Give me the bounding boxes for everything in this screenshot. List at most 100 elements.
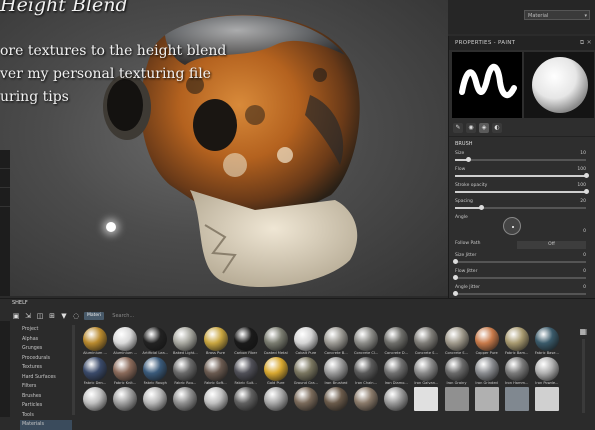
shelf-category-item[interactable]: Hard Surfaces — [20, 373, 72, 383]
follow-path-toggle[interactable]: Off — [517, 241, 586, 249]
material-thumbnail[interactable] — [201, 385, 231, 415]
thumbnails-scrollbar[interactable] — [582, 339, 585, 413]
material-thumbnail[interactable] — [351, 385, 381, 415]
shelf-search-input[interactable]: Search... — [112, 313, 172, 319]
shelf-category-item[interactable]: Tools — [20, 411, 72, 421]
param-slider[interactable] — [455, 189, 589, 194]
shelf-category-item[interactable]: Procedurals — [20, 354, 72, 364]
material-thumbnail[interactable]: Fabric Den... — [80, 355, 110, 385]
material-thumbnail[interactable]: Fabric Base... — [532, 325, 562, 355]
material-thumbnail[interactable] — [261, 385, 291, 415]
material-thumbnail[interactable]: Brass Pure — [201, 325, 231, 355]
view-icon[interactable]: ◫ — [36, 312, 44, 320]
material-thumbnail[interactable]: Fabric Knit... — [110, 355, 140, 385]
param-slider[interactable] — [453, 291, 586, 296]
material-thumbnail[interactable]: Concrete S... — [411, 325, 441, 355]
particle-tab-icon[interactable]: ◐ — [492, 123, 502, 133]
slider-handle[interactable] — [466, 157, 472, 162]
light-source-indicator[interactable] — [106, 222, 116, 232]
material-thumbnail[interactable]: Artificial Lea... — [140, 325, 170, 355]
slider-handle[interactable] — [584, 173, 589, 178]
slider-handle[interactable] — [453, 259, 458, 264]
slider-handle[interactable] — [453, 291, 458, 296]
material-thumbnail[interactable]: Coated Metal — [261, 325, 291, 355]
shelf-category-item[interactable]: Materials — [20, 420, 72, 430]
material-thumbnail[interactable] — [110, 385, 140, 415]
shelf-left-scrollbar[interactable] — [0, 321, 10, 417]
material-thumbnail[interactable]: Iron Chain... — [351, 355, 381, 385]
material-thumbnail[interactable]: Fabric Suit... — [231, 355, 261, 385]
material-thumbnail[interactable] — [231, 385, 261, 415]
grid-view-icon[interactable]: ▦ — [579, 327, 587, 336]
param-slider[interactable] — [453, 259, 586, 264]
stencil-tab-icon[interactable]: ◉ — [466, 123, 476, 133]
material-thumbnail[interactable] — [80, 385, 110, 415]
new-item-icon[interactable]: ⊞ — [48, 312, 56, 320]
material-thumbnail[interactable]: Concrete B... — [321, 325, 351, 355]
material-thumbnail[interactable]: Copper Pure — [472, 325, 502, 355]
material-thumbnail[interactable]: Aluminium ... — [80, 325, 110, 355]
slider-handle[interactable] — [453, 275, 458, 280]
brush-stroke-preview[interactable] — [452, 52, 522, 118]
slider-handle[interactable] — [584, 189, 589, 194]
material-thumbnail[interactable]: Aluminium ... — [110, 325, 140, 355]
material-thumbnail[interactable] — [140, 385, 170, 415]
shelf-category-item[interactable]: Textures — [20, 363, 72, 373]
material-thumbnail[interactable]: Iron Hamm... — [502, 355, 532, 385]
param-slider[interactable] — [453, 275, 586, 280]
filter-icon[interactable]: ▼ — [60, 312, 68, 320]
brush-tab-icon[interactable]: ✎ — [453, 123, 463, 133]
angle-dial[interactable] — [503, 217, 521, 235]
material-thumbnail[interactable]: Iron Brushed — [321, 355, 351, 385]
shelf-category-item[interactable]: Grunges — [20, 344, 72, 354]
param-slider[interactable] — [455, 205, 586, 210]
shelf-category-item[interactable]: Filters — [20, 382, 72, 392]
param-slider[interactable] — [455, 157, 586, 162]
material-thumbnail[interactable] — [321, 385, 351, 415]
material-thumbnail[interactable]: Fabric Bam... — [502, 325, 532, 355]
material-thumbnail[interactable]: Concrete Cl... — [351, 325, 381, 355]
material-thumbnail[interactable] — [381, 385, 411, 415]
active-filter-tag[interactable]: Materi — [84, 312, 105, 320]
material-tab-icon[interactable]: ◈ — [479, 123, 489, 133]
material-thumbnail[interactable]: Fabric Soft... — [201, 355, 231, 385]
import-icon[interactable]: ⇲ — [24, 312, 32, 320]
left-toolbar-slot[interactable] — [0, 150, 10, 169]
folder-icon[interactable]: ▣ — [12, 312, 20, 320]
material-thumbnail[interactable]: Ground Gra... — [291, 355, 321, 385]
left-toolbar-slot[interactable] — [0, 188, 10, 207]
3d-viewport[interactable]: Height Blend ore textures to the height … — [0, 0, 448, 296]
material-thumbnail[interactable] — [170, 385, 200, 415]
material-thumbnail[interactable] — [411, 385, 441, 415]
material-thumbnail[interactable]: Iron Diamo... — [381, 355, 411, 385]
material-thumbnail[interactable] — [442, 385, 472, 415]
material-thumbnail[interactable] — [291, 385, 321, 415]
left-toolbar-slot[interactable] — [0, 169, 10, 188]
material-thumbnail[interactable]: Fabric Rough — [140, 355, 170, 385]
material-thumbnail[interactable]: Baked Light... — [170, 325, 200, 355]
material-thumbnail[interactable] — [502, 385, 532, 415]
material-thumbnail[interactable]: Fabric Rou... — [170, 355, 200, 385]
panel-window-icons[interactable]: ⧉ ✕ — [580, 36, 592, 50]
material-thumbnail[interactable]: Concrete S... — [442, 325, 472, 355]
material-thumbnail[interactable]: Iron Grainy — [442, 355, 472, 385]
material-thumbnail[interactable]: Iron Powde... — [532, 355, 562, 385]
shelf-category-item[interactable]: Particles — [20, 401, 72, 411]
material-thumbnail[interactable]: Carbon Fiber — [231, 325, 261, 355]
material-thumbnail[interactable]: Concrete D... — [381, 325, 411, 355]
material-thumbnail[interactable]: Gold Pure — [261, 355, 291, 385]
param-slider[interactable] — [455, 173, 589, 178]
slider-handle[interactable] — [479, 205, 485, 210]
material-thumbnail[interactable]: Iron Galvan... — [411, 355, 441, 385]
categories-scrollbar[interactable] — [72, 325, 75, 415]
shelf-category-item[interactable]: Brushes — [20, 392, 72, 402]
toggle-icon[interactable]: ◌ — [72, 312, 80, 320]
shelf-category-item[interactable]: Project — [20, 325, 72, 335]
material-thumbnail[interactable]: Iron Grinded — [472, 355, 502, 385]
shelf-category-item[interactable]: Alphas — [20, 335, 72, 345]
material-thumbnail[interactable] — [532, 385, 562, 415]
material-thumbnail[interactable]: Cobalt Pure — [291, 325, 321, 355]
viewport-mode-select[interactable]: Material ▾ — [524, 10, 590, 20]
material-sphere-preview[interactable] — [524, 52, 594, 118]
material-thumbnail[interactable] — [472, 385, 502, 415]
